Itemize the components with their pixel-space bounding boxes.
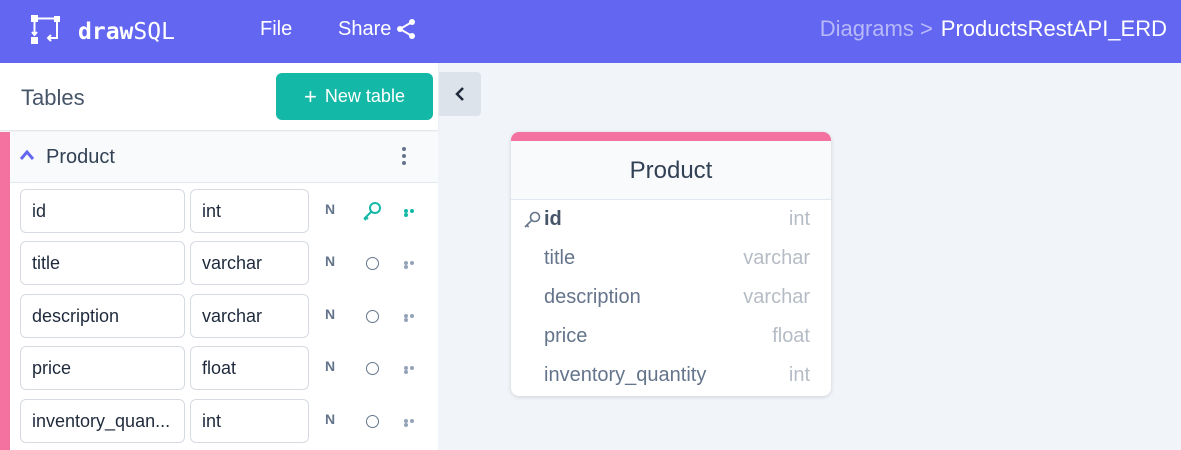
erd-column-name: title: [544, 247, 576, 269]
table-menu-icon[interactable]: [400, 147, 408, 169]
primary-key-toggle-icon[interactable]: [366, 310, 379, 323]
breadcrumb-diagrams[interactable]: Diagrams >: [820, 16, 933, 41]
nullable-toggle[interactable]: N: [325, 253, 335, 269]
breadcrumb: Diagrams > ProductsRestAPI_ERD: [820, 17, 1167, 41]
key-icon[interactable]: [361, 200, 383, 222]
column-type-input[interactable]: float: [190, 346, 309, 390]
erd-column-row[interactable]: price float: [511, 317, 831, 356]
chevron-left-icon: [455, 87, 464, 101]
column-row: inventory_quan... int N: [20, 399, 430, 443]
new-table-label: New table: [324, 86, 405, 106]
table-editor-product: Product id int N title varchar N descrip…: [0, 132, 438, 450]
column-row: title varchar N: [20, 241, 430, 285]
column-name-input[interactable]: title: [20, 241, 185, 285]
brand-bold: draw: [78, 19, 134, 45]
new-table-button[interactable]: + New table: [276, 73, 433, 120]
erd-column-row[interactable]: description varchar: [511, 278, 831, 317]
column-name-input[interactable]: id: [20, 189, 185, 233]
share-icon: [397, 19, 416, 39]
erd-column-name: price: [544, 325, 588, 347]
collapse-sidebar-button[interactable]: [439, 72, 481, 116]
erd-column-type: varchar: [743, 247, 810, 269]
erd-column-row[interactable]: inventory_quantity int: [511, 356, 831, 395]
nullable-toggle[interactable]: N: [325, 306, 335, 322]
nullable-toggle[interactable]: N: [325, 411, 335, 427]
column-row: description varchar N: [20, 294, 430, 338]
erd-column-type: int: [788, 364, 810, 386]
column-options-icon[interactable]: [404, 314, 421, 322]
menu-share-label: Share: [338, 18, 392, 40]
tables-sidebar: Tables + New table Product id int N titl…: [0, 63, 438, 450]
column-options-icon[interactable]: [404, 419, 421, 427]
column-type-input[interactable]: varchar: [190, 241, 309, 285]
erd-column-type: varchar: [743, 286, 810, 308]
column-options-icon[interactable]: [404, 261, 421, 269]
sidebar-title: Tables: [21, 85, 85, 110]
column-name-input[interactable]: price: [20, 346, 185, 390]
erd-table-color-bar: [511, 132, 831, 141]
menu-file[interactable]: File: [260, 17, 292, 41]
nullable-toggle[interactable]: N: [325, 201, 335, 217]
column-row: price float N: [20, 346, 430, 390]
table-name[interactable]: Product: [46, 146, 115, 169]
column-type-input[interactable]: int: [190, 189, 309, 233]
column-type-input[interactable]: int: [190, 399, 309, 443]
column-type-input[interactable]: varchar: [190, 294, 309, 338]
primary-key-icon: [524, 211, 541, 228]
primary-key-toggle-icon[interactable]: [366, 362, 379, 375]
erd-column-name: id: [544, 208, 562, 230]
breadcrumb-current[interactable]: ProductsRestAPI_ERD: [941, 16, 1167, 41]
drawsql-logo-icon[interactable]: [28, 12, 64, 48]
table-header[interactable]: Product: [10, 132, 438, 183]
column-row: id int N: [20, 189, 430, 233]
plus-icon: +: [304, 83, 317, 109]
erd-column-row[interactable]: id int: [511, 200, 831, 239]
erd-column-row[interactable]: title varchar: [511, 239, 831, 278]
top-bar: drawSQL File Share Diagrams > ProductsRes…: [0, 0, 1181, 63]
column-name-input[interactable]: description: [20, 294, 185, 338]
erd-table-card[interactable]: Product id int title varchar description…: [511, 132, 831, 396]
erd-column-type: float: [772, 325, 810, 347]
sidebar-header: Tables + New table: [0, 63, 438, 131]
nullable-toggle[interactable]: N: [325, 358, 335, 374]
column-name-input[interactable]: inventory_quan...: [20, 399, 185, 443]
erd-column-name: inventory_quantity: [544, 364, 707, 386]
erd-table-title[interactable]: Product: [511, 141, 831, 200]
primary-key-toggle-icon[interactable]: [366, 257, 379, 270]
column-options-icon[interactable]: [404, 366, 421, 374]
menu-share[interactable]: Share: [338, 17, 417, 41]
table-color-bar: [0, 132, 10, 450]
primary-key-toggle-icon[interactable]: [366, 415, 379, 428]
erd-column-name: description: [544, 286, 641, 308]
brand-name[interactable]: drawSQL: [78, 15, 175, 47]
chevron-up-icon[interactable]: [20, 150, 34, 160]
erd-column-type: int: [788, 208, 810, 230]
column-options-icon[interactable]: [404, 209, 421, 217]
brand-light: SQL: [133, 19, 175, 45]
